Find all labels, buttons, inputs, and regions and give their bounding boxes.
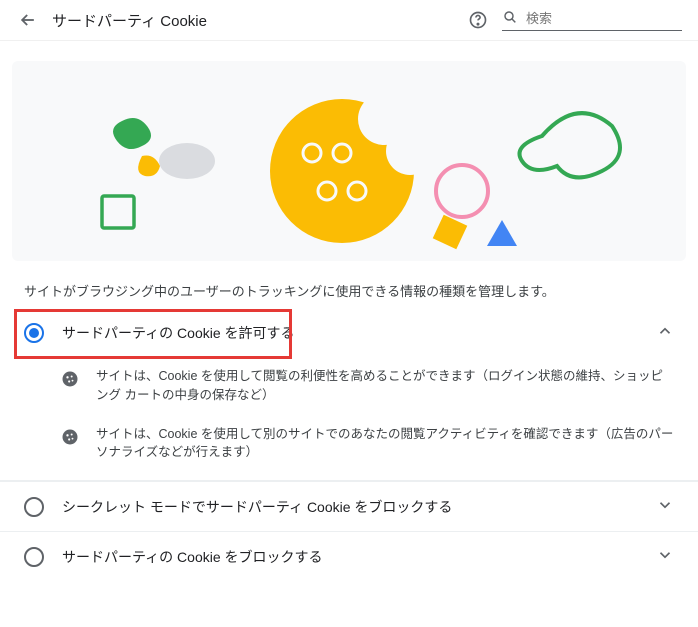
radio-icon[interactable]	[24, 497, 44, 517]
hero-illustration	[12, 61, 686, 261]
main-content: サイトがブラウジング中のユーザーのトラッキングに使用できる情報の種類を管理します…	[0, 261, 698, 581]
search-field[interactable]	[502, 9, 682, 31]
cookie-icon	[60, 369, 80, 392]
cookie-option-block-incognito[interactable]: シークレット モードでサードパーティ Cookie をブロックする	[0, 481, 698, 531]
section-description: サイトがブラウジング中のユーザーのトラッキングに使用できる情報の種類を管理します…	[0, 261, 698, 308]
detail-text: サイトは、Cookie を使用して別のサイトでのあなたの閲覧アクティビティを確認…	[96, 425, 674, 463]
cookie-option-allow[interactable]: サードパーティの Cookie を許可する	[0, 308, 698, 357]
chevron-down-icon[interactable]	[656, 546, 674, 567]
detail-text: サイトは、Cookie を使用して閲覧の利便性を高めることができます（ログイン状…	[96, 367, 674, 405]
help-icon[interactable]	[466, 8, 490, 32]
page-header: サードパーティ Cookie	[0, 0, 698, 41]
option-label: サードパーティの Cookie をブロックする	[62, 547, 638, 567]
option-detail: サイトは、Cookie を使用して閲覧の利便性を高めることができます（ログイン状…	[0, 357, 698, 415]
page-title: サードパーティ Cookie	[52, 10, 454, 31]
chevron-down-icon[interactable]	[656, 496, 674, 517]
option-label: シークレット モードでサードパーティ Cookie をブロックする	[62, 497, 638, 517]
option-label: サードパーティの Cookie を許可する	[62, 323, 638, 343]
cookie-icon	[60, 427, 80, 450]
option-detail: サイトは、Cookie を使用して別のサイトでのあなたの閲覧アクティビティを確認…	[0, 415, 698, 473]
search-input[interactable]	[524, 10, 682, 27]
cookie-option-block-all[interactable]: サードパーティの Cookie をブロックする	[0, 531, 698, 581]
radio-icon[interactable]	[24, 323, 44, 343]
chevron-up-icon[interactable]	[656, 322, 674, 343]
search-icon	[502, 9, 518, 28]
back-arrow-icon[interactable]	[16, 8, 40, 32]
radio-icon[interactable]	[24, 547, 44, 567]
